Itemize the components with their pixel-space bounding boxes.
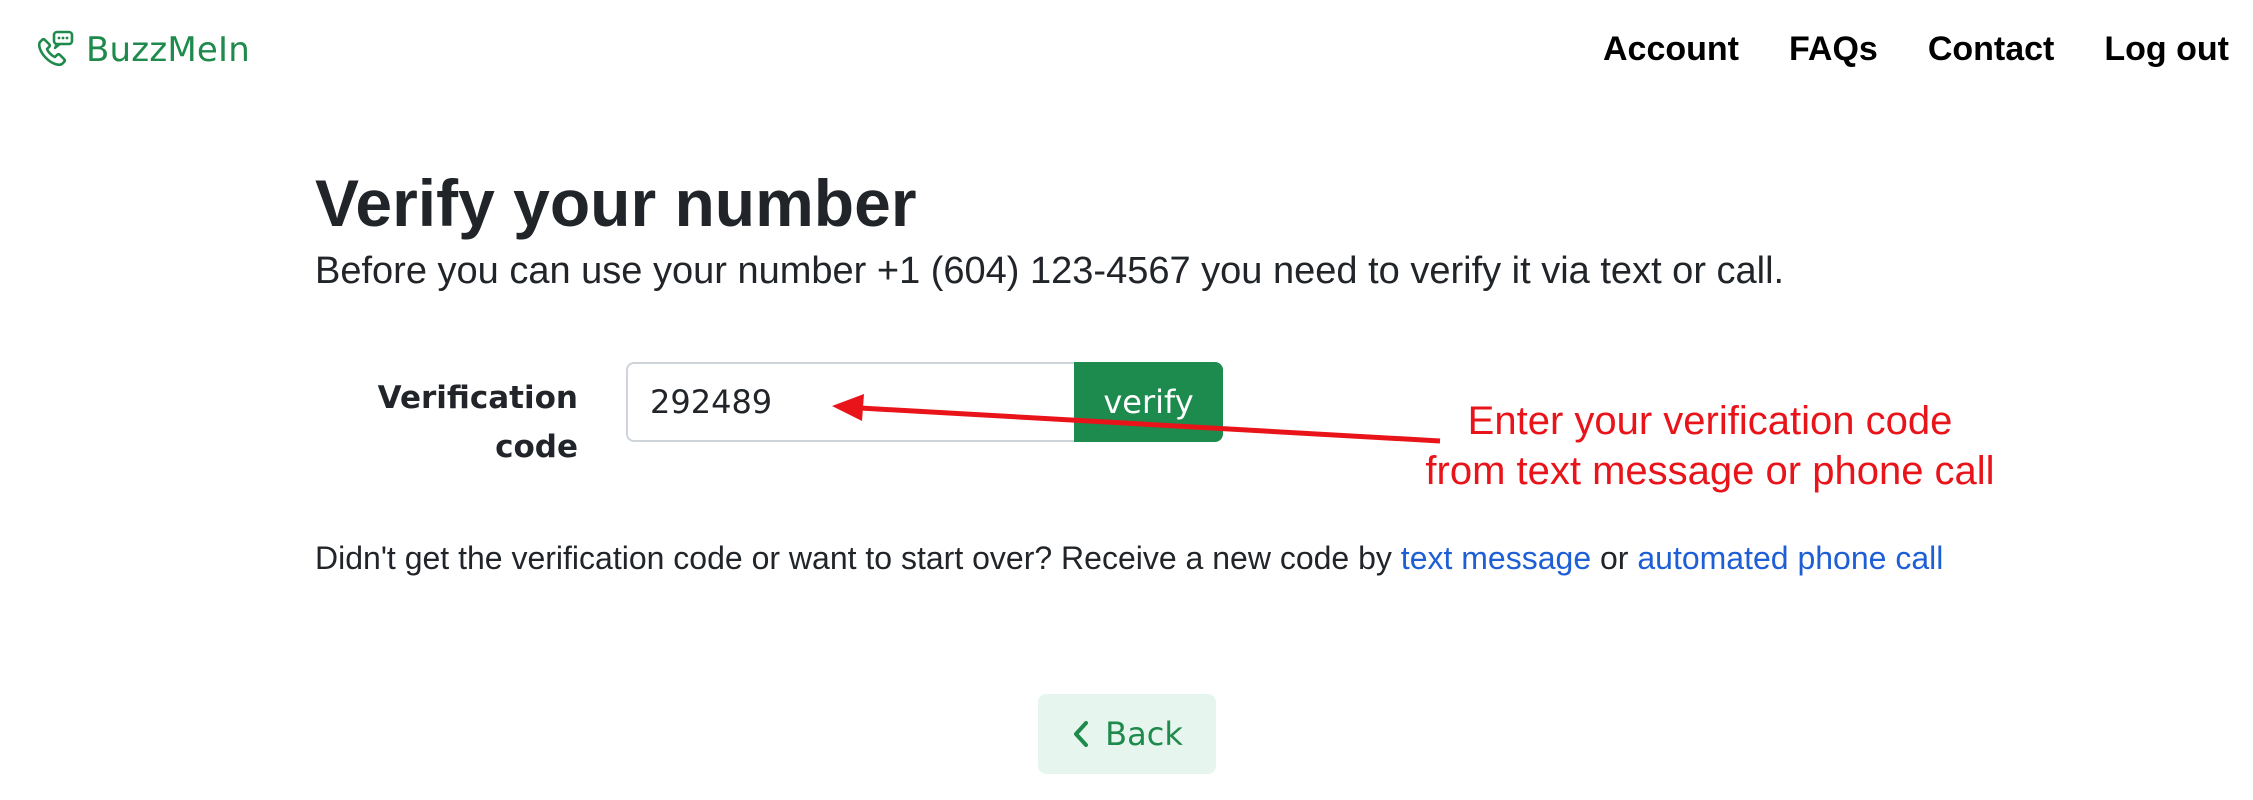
text-message-link[interactable]: text message	[1401, 540, 1591, 576]
nav-faqs[interactable]: FAQs	[1789, 30, 1878, 69]
label-line-1: Verification	[377, 380, 578, 416]
annotation-line-2: from text message or phone call	[1425, 449, 1995, 493]
help-text-or: or	[1591, 540, 1638, 576]
nav-contact[interactable]: Contact	[1928, 30, 2055, 69]
nav-account[interactable]: Account	[1603, 30, 1739, 69]
brand-logo[interactable]: BuzzMeIn	[32, 28, 250, 72]
verification-code-label: Verification code	[340, 374, 578, 472]
help-text-before: Didn't get the verification code or want…	[315, 540, 1401, 576]
page-title: Verify your number	[315, 166, 917, 240]
resend-help-text: Didn't get the verification code or want…	[315, 534, 1975, 582]
chevron-left-icon	[1074, 721, 1089, 747]
phone-chat-icon	[37, 30, 74, 67]
automated-phone-call-link[interactable]: automated phone call	[1637, 540, 1943, 576]
label-line-2: code	[495, 429, 578, 465]
brand-name: BuzzMeIn	[86, 30, 250, 70]
annotation-line-1: Enter your verification code	[1467, 399, 1953, 443]
page: BuzzMeIn Account FAQs Contact Log out Ve…	[0, 0, 2253, 800]
nav-logout[interactable]: Log out	[2104, 30, 2229, 69]
back-button[interactable]: Back	[1038, 694, 1216, 774]
verify-button[interactable]: verify	[1074, 362, 1223, 442]
verification-code-input[interactable]	[626, 362, 1076, 442]
top-nav: Account FAQs Contact Log out	[1603, 30, 2229, 69]
annotation-text: Enter your verification code from text m…	[1395, 396, 2025, 496]
back-button-label: Back	[1105, 715, 1183, 753]
page-subtitle: Before you can use your number +1 (604) …	[315, 250, 1785, 292]
